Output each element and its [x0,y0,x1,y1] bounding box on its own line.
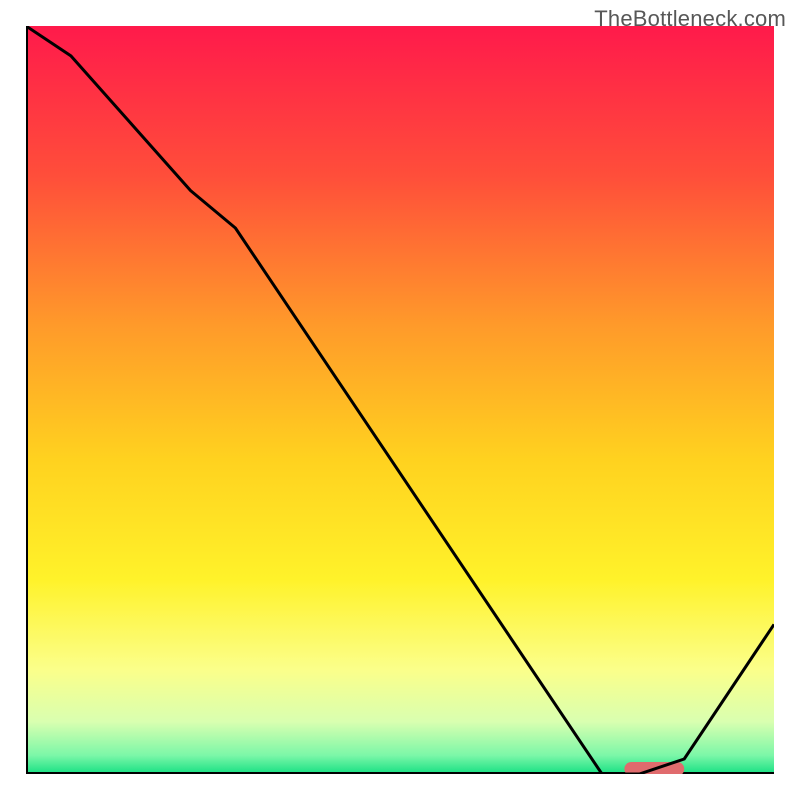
chart-svg [26,26,774,774]
bottleneck-chart [26,26,774,774]
gradient-background [26,26,774,774]
